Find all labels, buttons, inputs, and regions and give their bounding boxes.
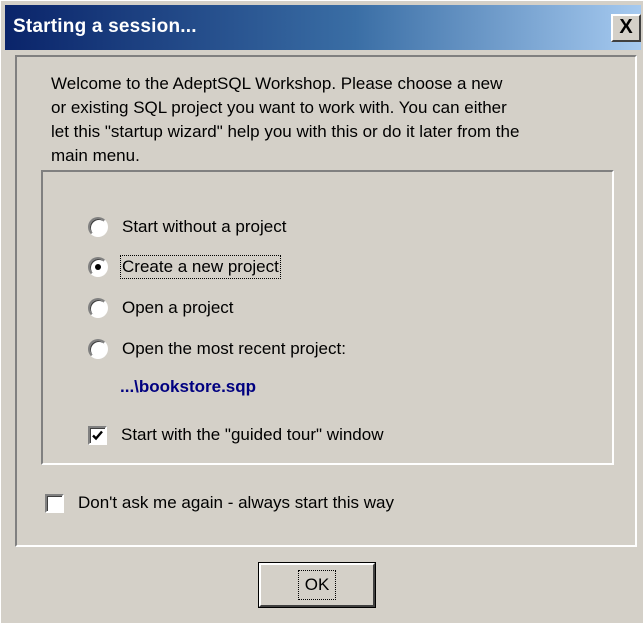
startup-dialog: Starting a session... X Welcome to the A… (0, 0, 643, 623)
radio-button-icon[interactable] (88, 298, 108, 318)
radio-open-recent-project[interactable]: Open the most recent project: (88, 339, 346, 359)
open-recent-project-label: Open the most recent project: (122, 339, 346, 358)
radio-button-selected-icon[interactable] (88, 257, 108, 277)
ok-button[interactable]: OK (259, 563, 375, 607)
guided-tour-label: Start with the "guided tour" window (121, 425, 384, 444)
checkbox-checked-icon[interactable] (88, 425, 107, 445)
close-button[interactable]: X (611, 14, 641, 42)
checkmark-icon (92, 430, 103, 440)
radio-start-without-project[interactable]: Start without a project (88, 217, 286, 237)
recent-project-path: ...\bookstore.sqp (120, 377, 257, 396)
window-title: Starting a session... (13, 16, 197, 37)
dont-ask-again-label: Don't ask me again - always start this w… (78, 493, 394, 512)
radio-dot-icon (95, 264, 101, 270)
ok-button-label: OK (297, 570, 337, 600)
radio-button-icon[interactable] (88, 339, 108, 359)
checkbox-guided-tour[interactable]: Start with the "guided tour" window (88, 425, 384, 445)
start-without-project-label: Start without a project (122, 217, 287, 236)
open-project-label: Open a project (122, 298, 234, 317)
create-new-project-label: Create a new project (120, 255, 281, 279)
checkbox-dont-ask-again[interactable]: Don't ask me again - always start this w… (45, 493, 394, 513)
title-bar[interactable]: Starting a session... X (5, 5, 641, 50)
checkbox-icon[interactable] (45, 493, 64, 513)
radio-open-project[interactable]: Open a project (88, 298, 234, 318)
radio-button-icon[interactable] (88, 217, 108, 237)
welcome-text: Welcome to the AdeptSQL Workshop. Please… (51, 74, 520, 165)
close-icon: X (619, 16, 633, 38)
radio-create-new-project[interactable]: Create a new project (88, 255, 281, 279)
